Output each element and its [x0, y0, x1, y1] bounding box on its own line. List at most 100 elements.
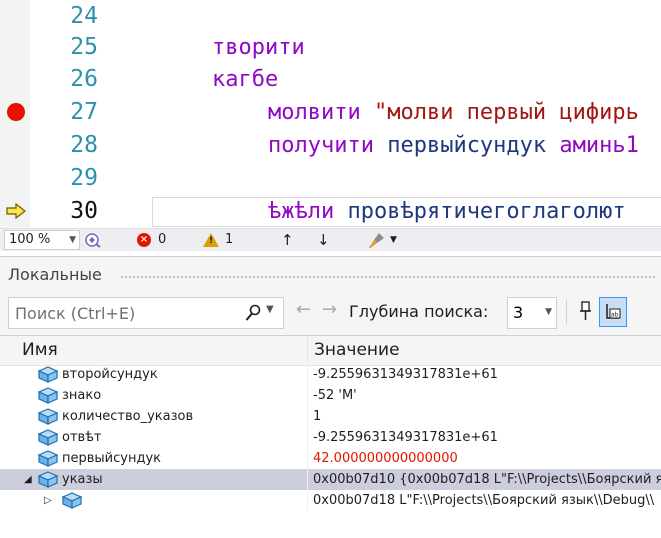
- keyword-token: молвити: [268, 100, 374, 125]
- next-issue-arrow-icon[interactable]: ↓: [317, 229, 330, 251]
- line-number: 27: [70, 99, 98, 125]
- search-depth-dropdown[interactable]: 3 ▼: [507, 297, 557, 329]
- variable-name: знако: [62, 388, 102, 403]
- code-line-24: 24: [0, 0, 661, 33]
- warning-mark: !: [209, 236, 214, 246]
- line-number: 25: [70, 34, 98, 60]
- zoom-dropdown[interactable]: 100 % ▼: [4, 230, 80, 250]
- zoom-value: 100 %: [9, 232, 51, 247]
- column-divider: [307, 448, 308, 469]
- variable-name: указы: [62, 472, 103, 487]
- breakpoint-icon[interactable]: [7, 103, 25, 121]
- code-editor[interactable]: 24 25 творити 26 кагбе 27 молвити "молви…: [0, 0, 661, 228]
- chevron-down-icon[interactable]: ▼: [266, 304, 274, 315]
- locals-search-box[interactable]: ▼: [8, 297, 284, 329]
- search-depth-value: 3: [513, 303, 524, 322]
- locals-row[interactable]: ▷ 0x00b07d18 L"F:\\Projects\\Боярский язы…: [0, 490, 661, 511]
- column-divider: [307, 364, 308, 385]
- column-header-name[interactable]: Имя: [22, 340, 58, 360]
- hex-display-toggle-button[interactable]: ab: [599, 297, 627, 327]
- variable-icon: [37, 450, 59, 467]
- locals-title: Локальные: [8, 265, 102, 284]
- identifier-token: провѣрятичегоглаголют: [347, 199, 626, 224]
- line-number: 26: [70, 66, 98, 92]
- variable-value[interactable]: -9.2559631349317831e+61: [313, 427, 661, 448]
- pin-icon[interactable]: [575, 300, 595, 322]
- expand-arrow-icon[interactable]: ▷: [44, 490, 52, 511]
- variable-icon: [37, 471, 59, 488]
- column-divider: [307, 427, 308, 448]
- code-text: молвити "молви первый цифирь: [268, 96, 639, 129]
- code-text: творити: [212, 31, 305, 64]
- column-divider: [307, 469, 308, 490]
- search-input[interactable]: [13, 300, 239, 326]
- svg-text:ab: ab: [611, 312, 619, 319]
- line-number: 29: [70, 165, 98, 191]
- collapse-arrow-icon[interactable]: ◢: [24, 469, 32, 490]
- locals-row[interactable]: знако -52 'М': [0, 385, 661, 406]
- locals-row[interactable]: отвѣт -9.2559631349317831e+61: [0, 427, 661, 448]
- variable-value[interactable]: -9.2559631349317831e+61: [313, 364, 661, 385]
- locals-row[interactable]: второйсундук -9.2559631349317831e+61: [0, 364, 661, 385]
- variable-name: отвѣт: [62, 430, 102, 445]
- locals-row[interactable]: первыйсундук 42.000000000000000: [0, 448, 661, 469]
- forward-arrow-icon[interactable]: →: [322, 299, 337, 320]
- code-text: кагбе: [212, 63, 278, 96]
- column-divider: [307, 490, 308, 511]
- chevron-down-icon[interactable]: ▼: [390, 229, 397, 251]
- code-line-30: 30 ѣжѣли провѣрятичегоглаголют: [0, 195, 661, 228]
- line-number: 28: [70, 132, 98, 158]
- code-line-26: 26 кагбе: [0, 63, 661, 96]
- editor-status-bar: 100 % ▼ × 0 ! 1 ↑ ↓ ▼: [0, 228, 661, 251]
- variable-icon: [37, 366, 59, 383]
- code-text: ѣжѣли провѣрятичегоглаголют: [268, 195, 626, 228]
- locals-row[interactable]: количество_указов 1: [0, 406, 661, 427]
- variable-value[interactable]: 0x00b07d10 {0x00b07d18 L"F:\\Projects\\Б…: [313, 469, 661, 490]
- variable-value[interactable]: 42.000000000000000: [313, 448, 661, 469]
- health-indicator-icon[interactable]: [84, 232, 102, 248]
- code-line-25: 25 творити: [0, 31, 661, 64]
- column-divider: [307, 385, 308, 406]
- keyword-token: кагбе: [212, 67, 279, 92]
- code-line-29: 29: [0, 162, 661, 195]
- code-line-28: 28 получити первыйсундук аминь1: [0, 129, 661, 162]
- previous-issue-arrow-icon[interactable]: ↑: [281, 229, 294, 251]
- locals-row[interactable]: ◢ указы 0x00b07d10 {0x00b07d18 L"F:\\Proje…: [0, 469, 661, 490]
- variable-value[interactable]: 1: [313, 406, 661, 427]
- search-icon[interactable]: [245, 304, 261, 322]
- toolbar-separator: [566, 300, 567, 324]
- chevron-down-icon: ▼: [545, 307, 552, 317]
- code-cleanup-brush-icon[interactable]: [368, 231, 386, 249]
- error-count[interactable]: 0: [158, 229, 166, 251]
- code-text: получити первыйсундук аминь1: [268, 129, 639, 162]
- variable-name: второйсундук: [62, 367, 158, 382]
- variable-name: первыйсундук: [62, 451, 161, 466]
- variable-value[interactable]: -52 'М': [313, 385, 661, 406]
- identifier-token: первыйсундук: [387, 133, 560, 158]
- line-number: 24: [70, 3, 98, 29]
- keyword-token: творити: [212, 35, 305, 60]
- variable-name: количество_указов: [62, 409, 194, 424]
- back-arrow-icon[interactable]: ←: [296, 299, 311, 320]
- string-token: "молви первый цифирь: [373, 100, 639, 125]
- title-grip[interactable]: [120, 275, 655, 280]
- hex-icon: ab: [606, 304, 621, 319]
- warning-count[interactable]: 1: [225, 229, 233, 251]
- variable-icon: [37, 429, 59, 446]
- line-number: 30: [70, 198, 98, 224]
- variable-value[interactable]: 0x00b07d18 L"F:\\Projects\\Боярский язык…: [313, 490, 661, 511]
- instruction-pointer-icon: [6, 203, 26, 219]
- grid-header: Имя Значение: [0, 336, 661, 366]
- search-depth-label: Глубина поиска:: [349, 302, 489, 321]
- variable-icon: [61, 492, 83, 509]
- code-line-27: 27 молвити "молви первый цифирь: [0, 96, 661, 129]
- error-icon[interactable]: ×: [137, 233, 151, 247]
- keyword-token: аминь1: [559, 133, 639, 158]
- variable-icon: [37, 408, 59, 425]
- column-header-value[interactable]: Значение: [314, 340, 400, 360]
- variable-icon: [37, 387, 59, 404]
- chevron-down-icon: ▼: [69, 235, 76, 245]
- keyword-token: ѣжѣли: [268, 199, 348, 224]
- column-divider[interactable]: [307, 336, 308, 365]
- keyword-token: получити: [268, 133, 388, 158]
